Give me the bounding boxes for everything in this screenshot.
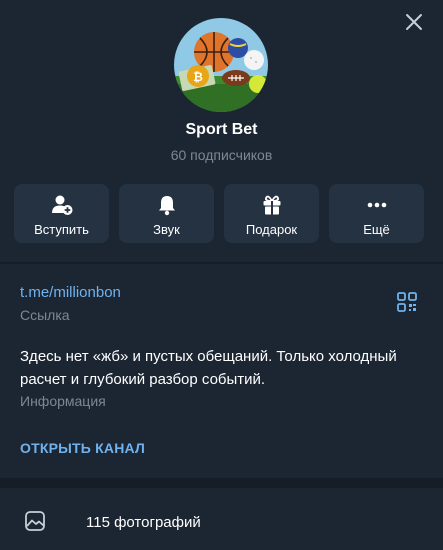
sound-button[interactable]: Звук: [119, 184, 214, 243]
photo-icon: [24, 510, 46, 532]
description-caption: Информация: [20, 393, 106, 409]
sound-label: Звук: [153, 222, 180, 237]
channel-link[interactable]: t.me/millionbon: [20, 284, 121, 301]
join-label: Вступить: [34, 222, 89, 237]
qr-code-icon: [397, 292, 417, 312]
section-divider-2: [0, 478, 443, 488]
subscriber-count: 60 подписчиков: [170, 147, 273, 163]
channel-avatar: ₿: [174, 18, 268, 112]
bell-icon: [156, 194, 178, 216]
photos-row[interactable]: 115 фотографий: [0, 488, 443, 550]
join-user-icon: [51, 194, 73, 216]
more-dots-icon: [366, 194, 388, 216]
channel-description: Здесь нет «жб» и пустых обещаний. Только…: [20, 348, 397, 388]
close-button[interactable]: [400, 8, 428, 36]
gift-label: Подарок: [245, 222, 298, 237]
join-button[interactable]: Вступить: [14, 184, 109, 243]
link-caption: Ссылка: [20, 307, 70, 323]
gift-icon: [261, 194, 283, 216]
photos-count: 115 фотографий: [86, 514, 201, 531]
more-label: Ещё: [363, 222, 390, 237]
close-icon: [406, 14, 422, 30]
action-bar: Вступить Звук Подарок Ещё: [14, 184, 424, 243]
more-button[interactable]: Ещё: [329, 184, 424, 243]
channel-title: Sport Bet: [185, 121, 258, 138]
qr-code-button[interactable]: [396, 291, 418, 313]
open-channel-button[interactable]: ОТКРЫТЬ КАНАЛ: [20, 440, 145, 456]
gift-button[interactable]: Подарок: [224, 184, 319, 243]
info-section: t.me/millionbon Ссылка Здесь нет «жб» и …: [0, 264, 443, 478]
svg-text:₿: ₿: [193, 70, 203, 84]
profile-header: ₿ Sport Bet 60 подписчиков Вступить Звук…: [0, 0, 443, 262]
